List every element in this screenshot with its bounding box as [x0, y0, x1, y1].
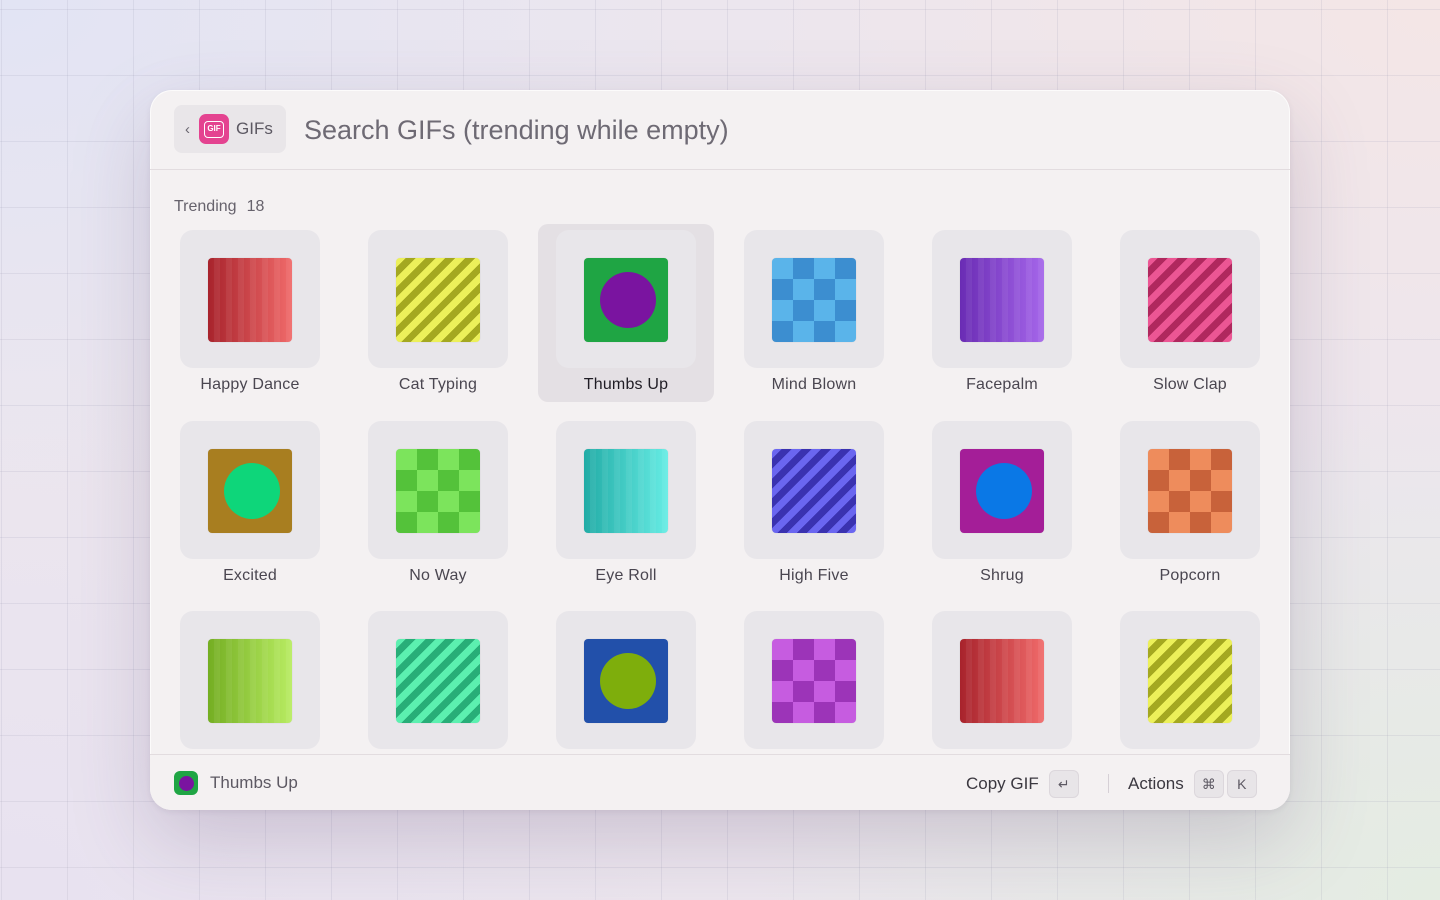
gif-thumbnail: [960, 449, 1044, 533]
copy-gif-label: Copy GIF: [966, 774, 1039, 793]
gif-thumbnail: [960, 639, 1044, 723]
gif-label: No Way: [409, 567, 467, 584]
gif-thumbnail: [1148, 449, 1232, 533]
gif-item-mind-blown[interactable]: Mind Blown: [726, 224, 902, 402]
gif-item-popcorn[interactable]: Popcorn: [1102, 415, 1278, 593]
chevron-left-icon: ‹: [185, 120, 190, 138]
gif-thumbnail-dot: [600, 653, 656, 709]
gif-thumbnail: [1148, 639, 1232, 723]
gif-thumbnail-frame: [556, 230, 696, 368]
gif-logo-icon: GIF: [199, 114, 229, 144]
gif-thumbnail: [584, 449, 668, 533]
selected-gif-title: Thumbs Up: [210, 773, 298, 792]
gif-item-happy-dance[interactable]: Happy Dance: [162, 224, 338, 402]
gif-thumbnail-frame: [368, 230, 508, 368]
search-bar: ‹ GIF GIFs: [150, 90, 1290, 170]
gif-thumbnail: [772, 258, 856, 342]
gif-thumbnail-frame: [744, 421, 884, 559]
gif-label: Cat Typing: [398, 376, 478, 393]
back-button[interactable]: ‹ GIF GIFs: [174, 105, 286, 153]
footer-divider: [1108, 774, 1109, 793]
section-header: Trending 18: [174, 198, 264, 216]
gif-thumbnail-frame: [932, 611, 1072, 749]
gif-thumbnail-frame: [1120, 421, 1260, 559]
gif-thumbnail-frame: [556, 611, 696, 749]
gif-label: Excited: [223, 567, 277, 584]
actions-button[interactable]: Actions ⌘ K: [1128, 769, 1257, 799]
gif-thumbnail: [396, 258, 480, 342]
gif-label: Eye Roll: [595, 567, 657, 584]
gif-thumbnail: [584, 258, 668, 342]
search-input[interactable]: [304, 110, 1204, 150]
gif-thumbnail-frame: [1120, 611, 1260, 749]
gif-label: Slow Clap: [1153, 376, 1227, 393]
gif-thumbnail: [584, 639, 668, 723]
gif-thumbnail-frame: [180, 421, 320, 559]
gif-label: Popcorn: [1159, 567, 1221, 584]
gif-thumbnail-frame: [180, 230, 320, 368]
gif-item-shrug[interactable]: Shrug: [914, 415, 1090, 593]
gif-thumbnail-frame: [368, 421, 508, 559]
selected-gif-dot: [178, 775, 194, 791]
gif-item-no-way[interactable]: No Way: [350, 415, 526, 593]
gif-thumbnail: [396, 449, 480, 533]
actions-label: Actions: [1128, 774, 1184, 793]
command-key-icon: ⌘: [1193, 770, 1224, 798]
gif-thumbnail-frame: [744, 611, 884, 749]
gif-thumbnail-frame: [368, 611, 508, 749]
action-bar: Thumbs Up Copy GIF ↵ Actions ⌘ K: [150, 754, 1290, 810]
gif-thumbnail-frame: [744, 230, 884, 368]
gif-item-eye-roll[interactable]: Eye Roll: [538, 415, 714, 593]
gif-thumbnail: [208, 449, 292, 533]
gif-thumbnail: [1148, 258, 1232, 342]
gif-label: Facepalm: [966, 376, 1038, 393]
gif-label: Mind Blown: [771, 376, 857, 393]
gif-thumbnail-frame: [556, 421, 696, 559]
gif-item-thumbs-up[interactable]: Thumbs Up: [538, 224, 714, 402]
gif-label: High Five: [779, 567, 849, 584]
gif-thumbnail-dot: [976, 463, 1032, 519]
gif-item-slow-clap[interactable]: Slow Clap: [1102, 224, 1278, 402]
gif-label: Happy Dance: [200, 376, 300, 393]
gif-item-high-five[interactable]: High Five: [726, 415, 902, 593]
selected-gif-icon: [174, 771, 198, 795]
gif-thumbnail: [960, 258, 1044, 342]
gif-thumbnail-frame: [180, 611, 320, 749]
section-title: Trending: [174, 198, 237, 215]
gif-label: Shrug: [980, 567, 1024, 584]
gif-thumbnail-frame: [932, 421, 1072, 559]
gif-item-cat-typing[interactable]: Cat Typing: [350, 224, 526, 402]
gif-thumbnail-frame: [1120, 230, 1260, 368]
section-count: 18: [246, 198, 265, 215]
gif-label: Thumbs Up: [583, 376, 669, 393]
gif-item-excited[interactable]: Excited: [162, 415, 338, 593]
back-button-label: GIFs: [236, 119, 273, 138]
return-key-icon: ↵: [1048, 770, 1079, 798]
gif-thumbnail-dot: [224, 463, 280, 519]
gif-thumbnail: [772, 449, 856, 533]
gif-thumbnail-dot: [600, 272, 656, 328]
gif-thumbnail-frame: [932, 230, 1072, 368]
k-key-icon: K: [1226, 770, 1257, 798]
gif-thumbnail: [208, 258, 292, 342]
gif-thumbnail: [772, 639, 856, 723]
gif-thumbnail: [396, 639, 480, 723]
gif-search-window: ‹ GIF GIFs Trending 18 Happy Dance Cat Typ…: [150, 90, 1290, 810]
copy-gif-button[interactable]: Copy GIF ↵: [966, 769, 1079, 799]
gif-item-facepalm[interactable]: Facepalm: [914, 224, 1090, 402]
gif-thumbnail: [208, 639, 292, 723]
gif-logo-text: GIF: [204, 120, 224, 138]
